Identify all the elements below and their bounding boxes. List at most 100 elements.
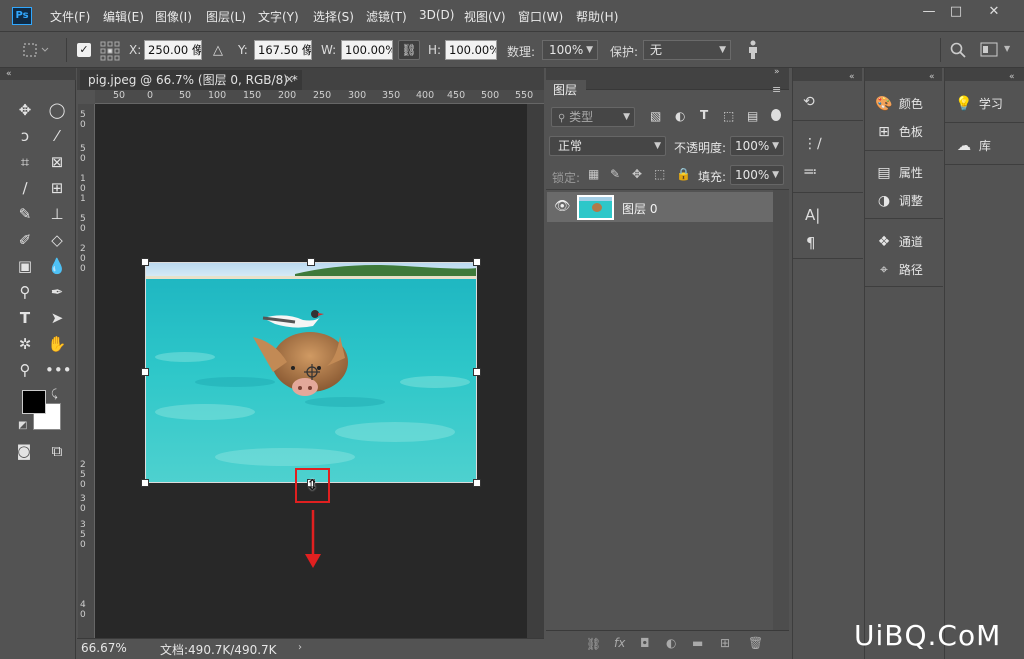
layers-tab[interactable]: 图层 xyxy=(546,80,586,100)
link-icon[interactable]: ⛓ xyxy=(398,40,420,60)
menu-layer[interactable]: 图层(L) xyxy=(206,8,246,25)
maximize-button[interactable]: □ xyxy=(945,4,967,20)
chevron-down-icon[interactable]: ▼ xyxy=(1004,44,1010,53)
panel-adjustments[interactable]: ◑ 调整 xyxy=(873,187,923,215)
eyedropper-icon[interactable]: ∕ xyxy=(13,177,37,199)
brush-settings-icon[interactable]: ⋮∕ xyxy=(803,136,822,152)
menu-image[interactable]: 图像(I) xyxy=(155,8,192,25)
layer-name[interactable]: 图层 0 xyxy=(622,200,657,217)
transform-handle[interactable] xyxy=(307,258,315,266)
collapse-toolbox-icon[interactable]: « xyxy=(0,68,76,80)
screen-mode-icon[interactable]: ⧉ xyxy=(45,440,69,462)
transform-handle[interactable] xyxy=(473,258,481,266)
panel-channels[interactable]: ❖ 通道 xyxy=(873,228,923,256)
layer-filter-dropdown[interactable]: ⚲ 类型 ▼ xyxy=(551,107,635,127)
pen-tool-icon[interactable]: ✒ xyxy=(45,281,69,303)
menu-help[interactable]: 帮助(H) xyxy=(576,8,618,25)
brush-tool-icon[interactable]: ✎ xyxy=(13,203,37,225)
reference-point-grid-icon[interactable] xyxy=(100,41,120,61)
move-tool-icon[interactable]: ✥ xyxy=(13,99,37,121)
close-button[interactable]: ✕ xyxy=(983,4,1005,20)
adjustment-layer-icon[interactable]: ◐ xyxy=(666,636,676,650)
lock-position-icon[interactable]: ✥ xyxy=(632,167,642,181)
layers-scrollbar[interactable] xyxy=(773,190,789,630)
swap-colors-icon[interactable]: ⤹ xyxy=(51,387,58,401)
panel-library[interactable]: ☁ 库 xyxy=(953,132,991,160)
zoom-level[interactable]: 66.67% xyxy=(81,641,127,655)
expand-panel-icon[interactable]: » xyxy=(774,67,780,77)
horizontal-ruler[interactable]: 50 0 50 100 150 200 250 300 350 400 450 … xyxy=(95,90,544,104)
zoom-tool-icon[interactable]: ⚲ xyxy=(13,359,37,381)
filter-smart-object-icon[interactable]: ▤ xyxy=(747,109,758,123)
hand-tool-icon[interactable]: ✋ xyxy=(45,333,69,355)
quick-mask-icon[interactable]: ◙ xyxy=(12,440,36,462)
filter-shape-icon[interactable]: ⬚ xyxy=(723,109,734,123)
filter-toggle-icon[interactable] xyxy=(771,109,781,121)
search-icon[interactable] xyxy=(950,42,966,58)
panel-paths[interactable]: ⌖ 路径 xyxy=(873,256,923,284)
menu-window[interactable]: 窗口(W) xyxy=(518,8,563,25)
collapse-dock-icon[interactable]: « xyxy=(865,72,935,82)
more-tools-icon[interactable]: ••• xyxy=(45,359,72,381)
panel-color[interactable]: 🎨 颜色 xyxy=(873,90,923,118)
panel-learn[interactable]: 💡 学习 xyxy=(953,90,1003,118)
crop-tool-icon[interactable]: ⌗ xyxy=(13,151,37,173)
transform-handle[interactable] xyxy=(141,258,149,266)
workspace-icon[interactable] xyxy=(980,42,1000,58)
trash-icon[interactable]: 🗑 xyxy=(748,636,763,650)
blend-mode-dropdown[interactable]: 正常 ▼ xyxy=(549,136,666,156)
lock-pixels-icon[interactable]: ✎ xyxy=(610,167,620,181)
default-colors-icon[interactable]: ◩ xyxy=(18,420,27,431)
transform-handle[interactable] xyxy=(141,479,149,487)
lock-transparent-icon[interactable]: ▦ xyxy=(588,167,599,181)
filter-image-icon[interactable]: ▧ xyxy=(650,109,661,123)
collapse-dock-icon[interactable]: « xyxy=(793,72,855,82)
new-layer-icon[interactable]: ⊞ xyxy=(720,636,730,650)
dodge-tool-icon[interactable]: ⚲ xyxy=(13,281,37,303)
frame-tool-icon[interactable]: ⊠ xyxy=(45,151,69,173)
history-icon[interactable]: ⟲ xyxy=(803,94,815,110)
filter-type-icon[interactable]: T xyxy=(700,108,708,122)
group-folder-icon[interactable]: ▬ xyxy=(692,636,703,650)
delta-icon[interactable]: △ xyxy=(213,43,223,58)
width-input[interactable]: 100.00% xyxy=(341,40,393,60)
panel-swatches[interactable]: ⊞ 色板 xyxy=(873,118,923,146)
history-brush-icon[interactable]: ✐ xyxy=(13,229,37,251)
lock-artboard-icon[interactable]: ⬚ xyxy=(654,167,665,181)
y-input[interactable]: 167.50 像素 xyxy=(254,40,312,60)
filter-adjustment-icon[interactable]: ◐ xyxy=(675,109,685,123)
foreground-color-swatch[interactable] xyxy=(22,390,46,414)
minimize-button[interactable]: — xyxy=(918,4,940,20)
transform-handle[interactable] xyxy=(141,368,149,376)
character-icon[interactable]: A| xyxy=(805,206,820,224)
collapse-dock-icon[interactable]: « xyxy=(945,72,1015,82)
vertical-ruler[interactable]: 5 0 5 0 1 0 1 5 0 2 0 0 2 5 0 3 0 3 5 0 … xyxy=(78,104,95,638)
gradient-tool-icon[interactable]: ▣ xyxy=(13,255,37,277)
panel-properties[interactable]: ▤ 属性 xyxy=(873,159,922,187)
lock-all-icon[interactable]: 🔒 xyxy=(676,167,691,181)
protect-dropdown[interactable]: 无 ▼ xyxy=(643,40,731,60)
human-figure-icon[interactable] xyxy=(745,40,761,60)
path-selection-icon[interactable]: ➤ xyxy=(45,307,69,329)
move-tool-preset-icon[interactable] xyxy=(22,41,50,59)
menu-edit[interactable]: 编辑(E) xyxy=(103,8,144,25)
clone-stamp-icon[interactable]: ⊥ xyxy=(45,203,69,225)
layer-mask-icon[interactable]: ◘ xyxy=(640,636,650,650)
fill-input[interactable]: 100% ▼ xyxy=(730,165,784,185)
layer-row[interactable]: 👁 图层 0 xyxy=(547,192,773,222)
transform-handle[interactable] xyxy=(473,368,481,376)
menu-view[interactable]: 视图(V) xyxy=(464,8,506,25)
lasso-tool-icon[interactable]: ↄ xyxy=(13,125,37,147)
document-tab[interactable]: pig.jpeg @ 66.7% (图层 0, RGB/8) * ✕ xyxy=(80,70,302,90)
menu-type[interactable]: 文字(Y) xyxy=(258,8,299,25)
height-input[interactable]: 100.00% xyxy=(445,40,497,60)
count-dropdown[interactable]: 100% ▼ xyxy=(542,40,598,60)
type-tool-icon[interactable]: T xyxy=(13,307,37,329)
menu-select[interactable]: 选择(S) xyxy=(313,8,354,25)
layer-style-icon[interactable]: fx xyxy=(614,636,625,650)
custom-shape-icon[interactable]: ✲ xyxy=(13,333,37,355)
opacity-input[interactable]: 100% ▼ xyxy=(730,136,784,156)
menu-3d[interactable]: 3D(D) xyxy=(419,8,454,22)
blur-tool-icon[interactable]: 💧 xyxy=(45,255,69,277)
reference-point-checkbox[interactable]: ✓ xyxy=(77,43,91,57)
